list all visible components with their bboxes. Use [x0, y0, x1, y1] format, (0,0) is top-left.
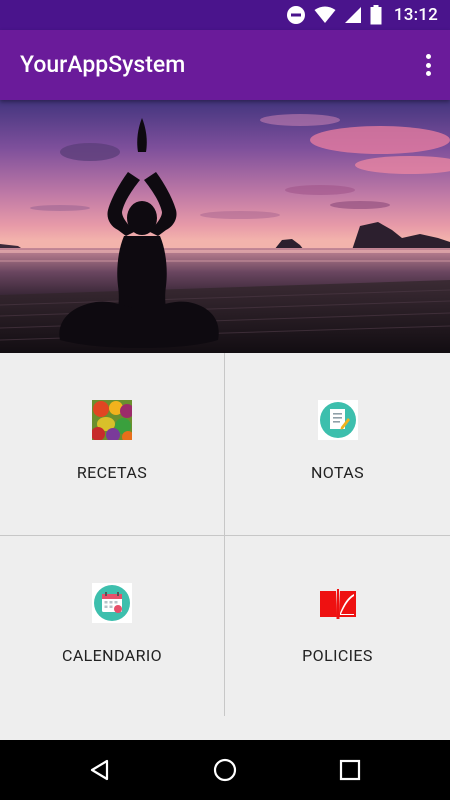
menu-item-label: RECETAS: [76, 463, 148, 482]
status-bar: 13:12: [0, 0, 450, 30]
menu-item-label: POLICIES: [302, 646, 373, 665]
clock: 13:12: [393, 5, 438, 25]
more-vert-icon[interactable]: [418, 51, 438, 79]
menu-item-label: NOTAS: [310, 463, 365, 482]
menu-item-calendario[interactable]: CALENDARIO: [0, 536, 224, 716]
home-icon[interactable]: [212, 757, 238, 783]
book-icon: [319, 589, 356, 619]
fruits-icon: [92, 400, 132, 440]
menu-item-recetas[interactable]: RECETAS: [0, 353, 224, 535]
menu-grid: RECETAS NOTAS CALENDARIO POLICIES: [0, 353, 450, 740]
menu-item-label: CALENDARIO: [62, 646, 162, 665]
battery-icon: [370, 5, 382, 25]
menu-item-notas[interactable]: NOTAS: [225, 353, 450, 535]
back-icon[interactable]: [87, 757, 113, 783]
calendar-icon: [92, 583, 132, 623]
yoga-sunset-photo: [0, 100, 450, 353]
recents-icon[interactable]: [337, 757, 363, 783]
do-not-disturb-icon: [286, 6, 305, 24]
hero-image: [0, 100, 450, 353]
wifi-icon: [314, 6, 336, 23]
status-icons: 13:12: [286, 0, 438, 30]
app-title: YourAppSystem: [20, 51, 186, 78]
navigation-bar: [0, 740, 450, 800]
notes-icon: [317, 400, 358, 440]
app-bar: YourAppSystem: [0, 30, 450, 100]
signal-icon: [344, 7, 361, 23]
menu-item-policies[interactable]: POLICIES: [225, 536, 450, 716]
